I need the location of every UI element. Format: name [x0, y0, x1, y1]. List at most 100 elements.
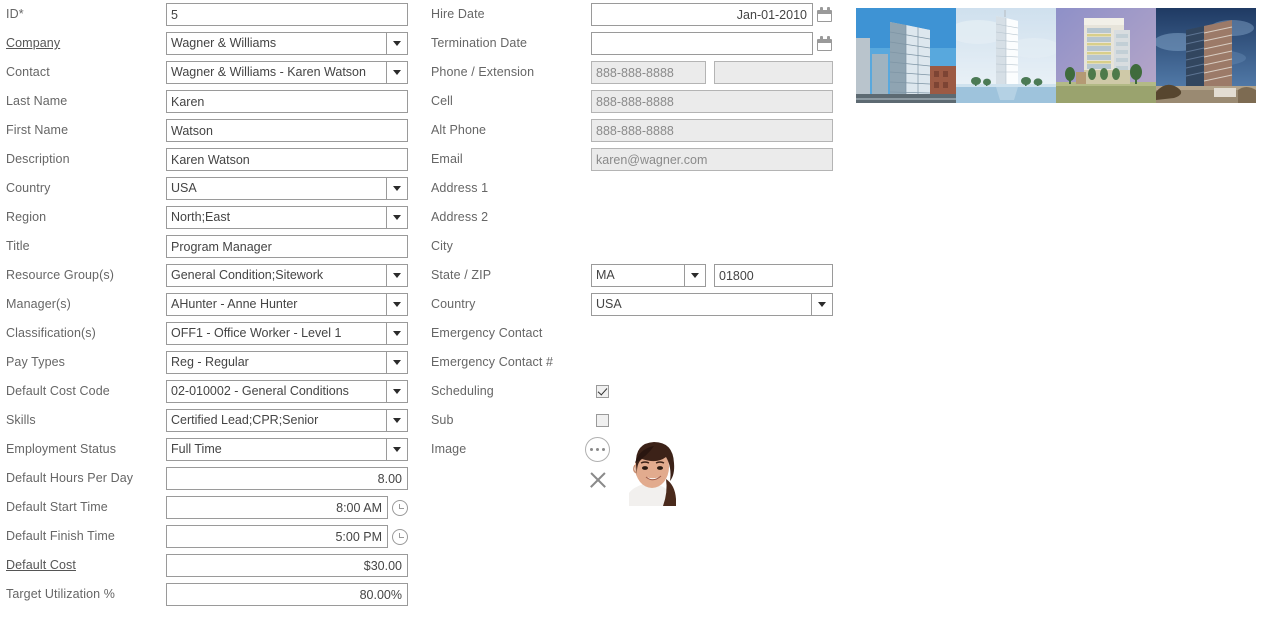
default-start-time-label: Default Start Time: [0, 501, 166, 514]
field-row-emergency-contact: Emergency Contact: [425, 319, 850, 348]
target-utilization-input[interactable]: [166, 583, 408, 606]
chevron-down-icon[interactable]: [386, 207, 407, 228]
phone-extension-field: [591, 61, 833, 84]
employee-detail-form: ID*CompanyWagner & WilliamsContactWagner…: [0, 0, 1261, 623]
state-zip-zip-input[interactable]: [714, 264, 833, 287]
company-field: Wagner & Williams: [166, 32, 408, 55]
chevron-down-icon[interactable]: [386, 352, 407, 373]
clock-icon[interactable]: [392, 529, 408, 545]
image-remove-button[interactable]: [587, 469, 609, 491]
field-row-address-2: Address 2: [425, 203, 850, 232]
chevron-down-icon[interactable]: [386, 265, 407, 286]
chevron-down-icon[interactable]: [684, 265, 705, 286]
employment-status-field: Full Time: [166, 438, 408, 461]
target-utilization-field: [166, 583, 408, 606]
classifications-dropdown[interactable]: OFF1 - Office Worker - Level 1: [166, 322, 408, 345]
country-address-label: Country: [425, 298, 591, 311]
state-zip-state-dropdown[interactable]: MA: [591, 264, 706, 287]
field-row-resource-groups: Resource Group(s)General Condition;Sitew…: [0, 261, 420, 290]
pay-types-field: Reg - Regular: [166, 351, 408, 374]
field-row-default-finish-time: Default Finish Time: [0, 522, 420, 551]
hire-date-input[interactable]: [591, 3, 813, 26]
clock-icon[interactable]: [392, 500, 408, 516]
chevron-down-icon[interactable]: [386, 178, 407, 199]
classifications-field: OFF1 - Office Worker - Level 1: [166, 322, 408, 345]
managers-field: AHunter - Anne Hunter: [166, 293, 408, 316]
description-field: [166, 148, 408, 171]
right-field-column: Hire DateTermination DatePhone / Extensi…: [425, 0, 850, 464]
cell-input[interactable]: [591, 90, 833, 113]
default-hours-per-day-label: Default Hours Per Day: [0, 472, 166, 485]
last-name-input[interactable]: [166, 90, 408, 113]
title-field: [166, 235, 408, 258]
field-row-termination-date: Termination Date: [425, 29, 850, 58]
first-name-label: First Name: [0, 124, 166, 137]
country-address-dropdown[interactable]: USA: [591, 293, 833, 316]
scheduling-label: Scheduling: [425, 385, 591, 398]
company-dropdown[interactable]: Wagner & Williams: [166, 32, 408, 55]
default-start-time-input[interactable]: [166, 496, 388, 519]
calendar-icon[interactable]: [817, 36, 832, 51]
default-cost-label[interactable]: Default Cost: [0, 559, 166, 572]
image-browse-button[interactable]: [585, 437, 610, 462]
first-name-input[interactable]: [166, 119, 408, 142]
id-label: ID*: [0, 8, 166, 21]
chevron-down-icon[interactable]: [386, 381, 407, 402]
classifications-value: OFF1 - Office Worker - Level 1: [167, 323, 386, 344]
region-dropdown[interactable]: North;East: [166, 206, 408, 229]
default-cost-code-dropdown[interactable]: 02-010002 - General Conditions: [166, 380, 408, 403]
address-2-label: Address 2: [425, 211, 591, 224]
building-photo-strip: [856, 8, 1257, 103]
state-zip-state-value: MA: [592, 265, 684, 286]
chevron-down-icon[interactable]: [811, 294, 832, 315]
employee-portrait: [619, 437, 681, 506]
alt-phone-input[interactable]: [591, 119, 833, 142]
default-finish-time-label: Default Finish Time: [0, 530, 166, 543]
default-finish-time-field: [166, 525, 408, 548]
id-input[interactable]: [166, 3, 408, 26]
scheduling-checkbox[interactable]: [596, 385, 609, 398]
country-field: USA: [166, 177, 408, 200]
pay-types-dropdown[interactable]: Reg - Regular: [166, 351, 408, 374]
managers-dropdown[interactable]: AHunter - Anne Hunter: [166, 293, 408, 316]
default-hours-per-day-input[interactable]: [166, 467, 408, 490]
address-1-label: Address 1: [425, 182, 591, 195]
glass-tower-street-view: [856, 8, 956, 103]
chevron-down-icon[interactable]: [386, 439, 407, 460]
chevron-down-icon[interactable]: [386, 294, 407, 315]
cell-field: [591, 90, 833, 113]
resource-groups-dropdown[interactable]: General Condition;Sitework: [166, 264, 408, 287]
field-row-alt-phone: Alt Phone: [425, 116, 850, 145]
last-name-field: [166, 90, 408, 113]
country-address-value: USA: [592, 294, 811, 315]
field-row-email: Email: [425, 145, 850, 174]
description-input[interactable]: [166, 148, 408, 171]
title-input[interactable]: [166, 235, 408, 258]
chevron-down-icon[interactable]: [386, 410, 407, 431]
chevron-down-icon[interactable]: [386, 33, 407, 54]
employment-status-dropdown[interactable]: Full Time: [166, 438, 408, 461]
cell-label: Cell: [425, 95, 591, 108]
resource-groups-label: Resource Group(s): [0, 269, 166, 282]
skills-dropdown[interactable]: Certified Lead;CPR;Senior: [166, 409, 408, 432]
city-label: City: [425, 240, 591, 253]
alt-phone-field: [591, 119, 833, 142]
email-input[interactable]: [591, 148, 833, 171]
email-label: Email: [425, 153, 591, 166]
field-row-sub: Sub: [425, 406, 850, 435]
company-label[interactable]: Company: [0, 37, 166, 50]
field-row-scheduling: Scheduling: [425, 377, 850, 406]
contact-dropdown[interactable]: Wagner & Williams - Karen Watson: [166, 61, 408, 84]
default-finish-time-input[interactable]: [166, 525, 388, 548]
calendar-icon[interactable]: [817, 7, 832, 22]
default-cost-input[interactable]: [166, 554, 408, 577]
country-dropdown[interactable]: USA: [166, 177, 408, 200]
field-row-id: ID*: [0, 0, 420, 29]
phone-extension-ext-input[interactable]: [714, 61, 833, 84]
chevron-down-icon[interactable]: [386, 323, 407, 344]
description-label: Description: [0, 153, 166, 166]
termination-date-input[interactable]: [591, 32, 813, 55]
phone-extension-input[interactable]: [591, 61, 706, 84]
chevron-down-icon[interactable]: [386, 62, 407, 83]
sub-checkbox[interactable]: [596, 414, 609, 427]
